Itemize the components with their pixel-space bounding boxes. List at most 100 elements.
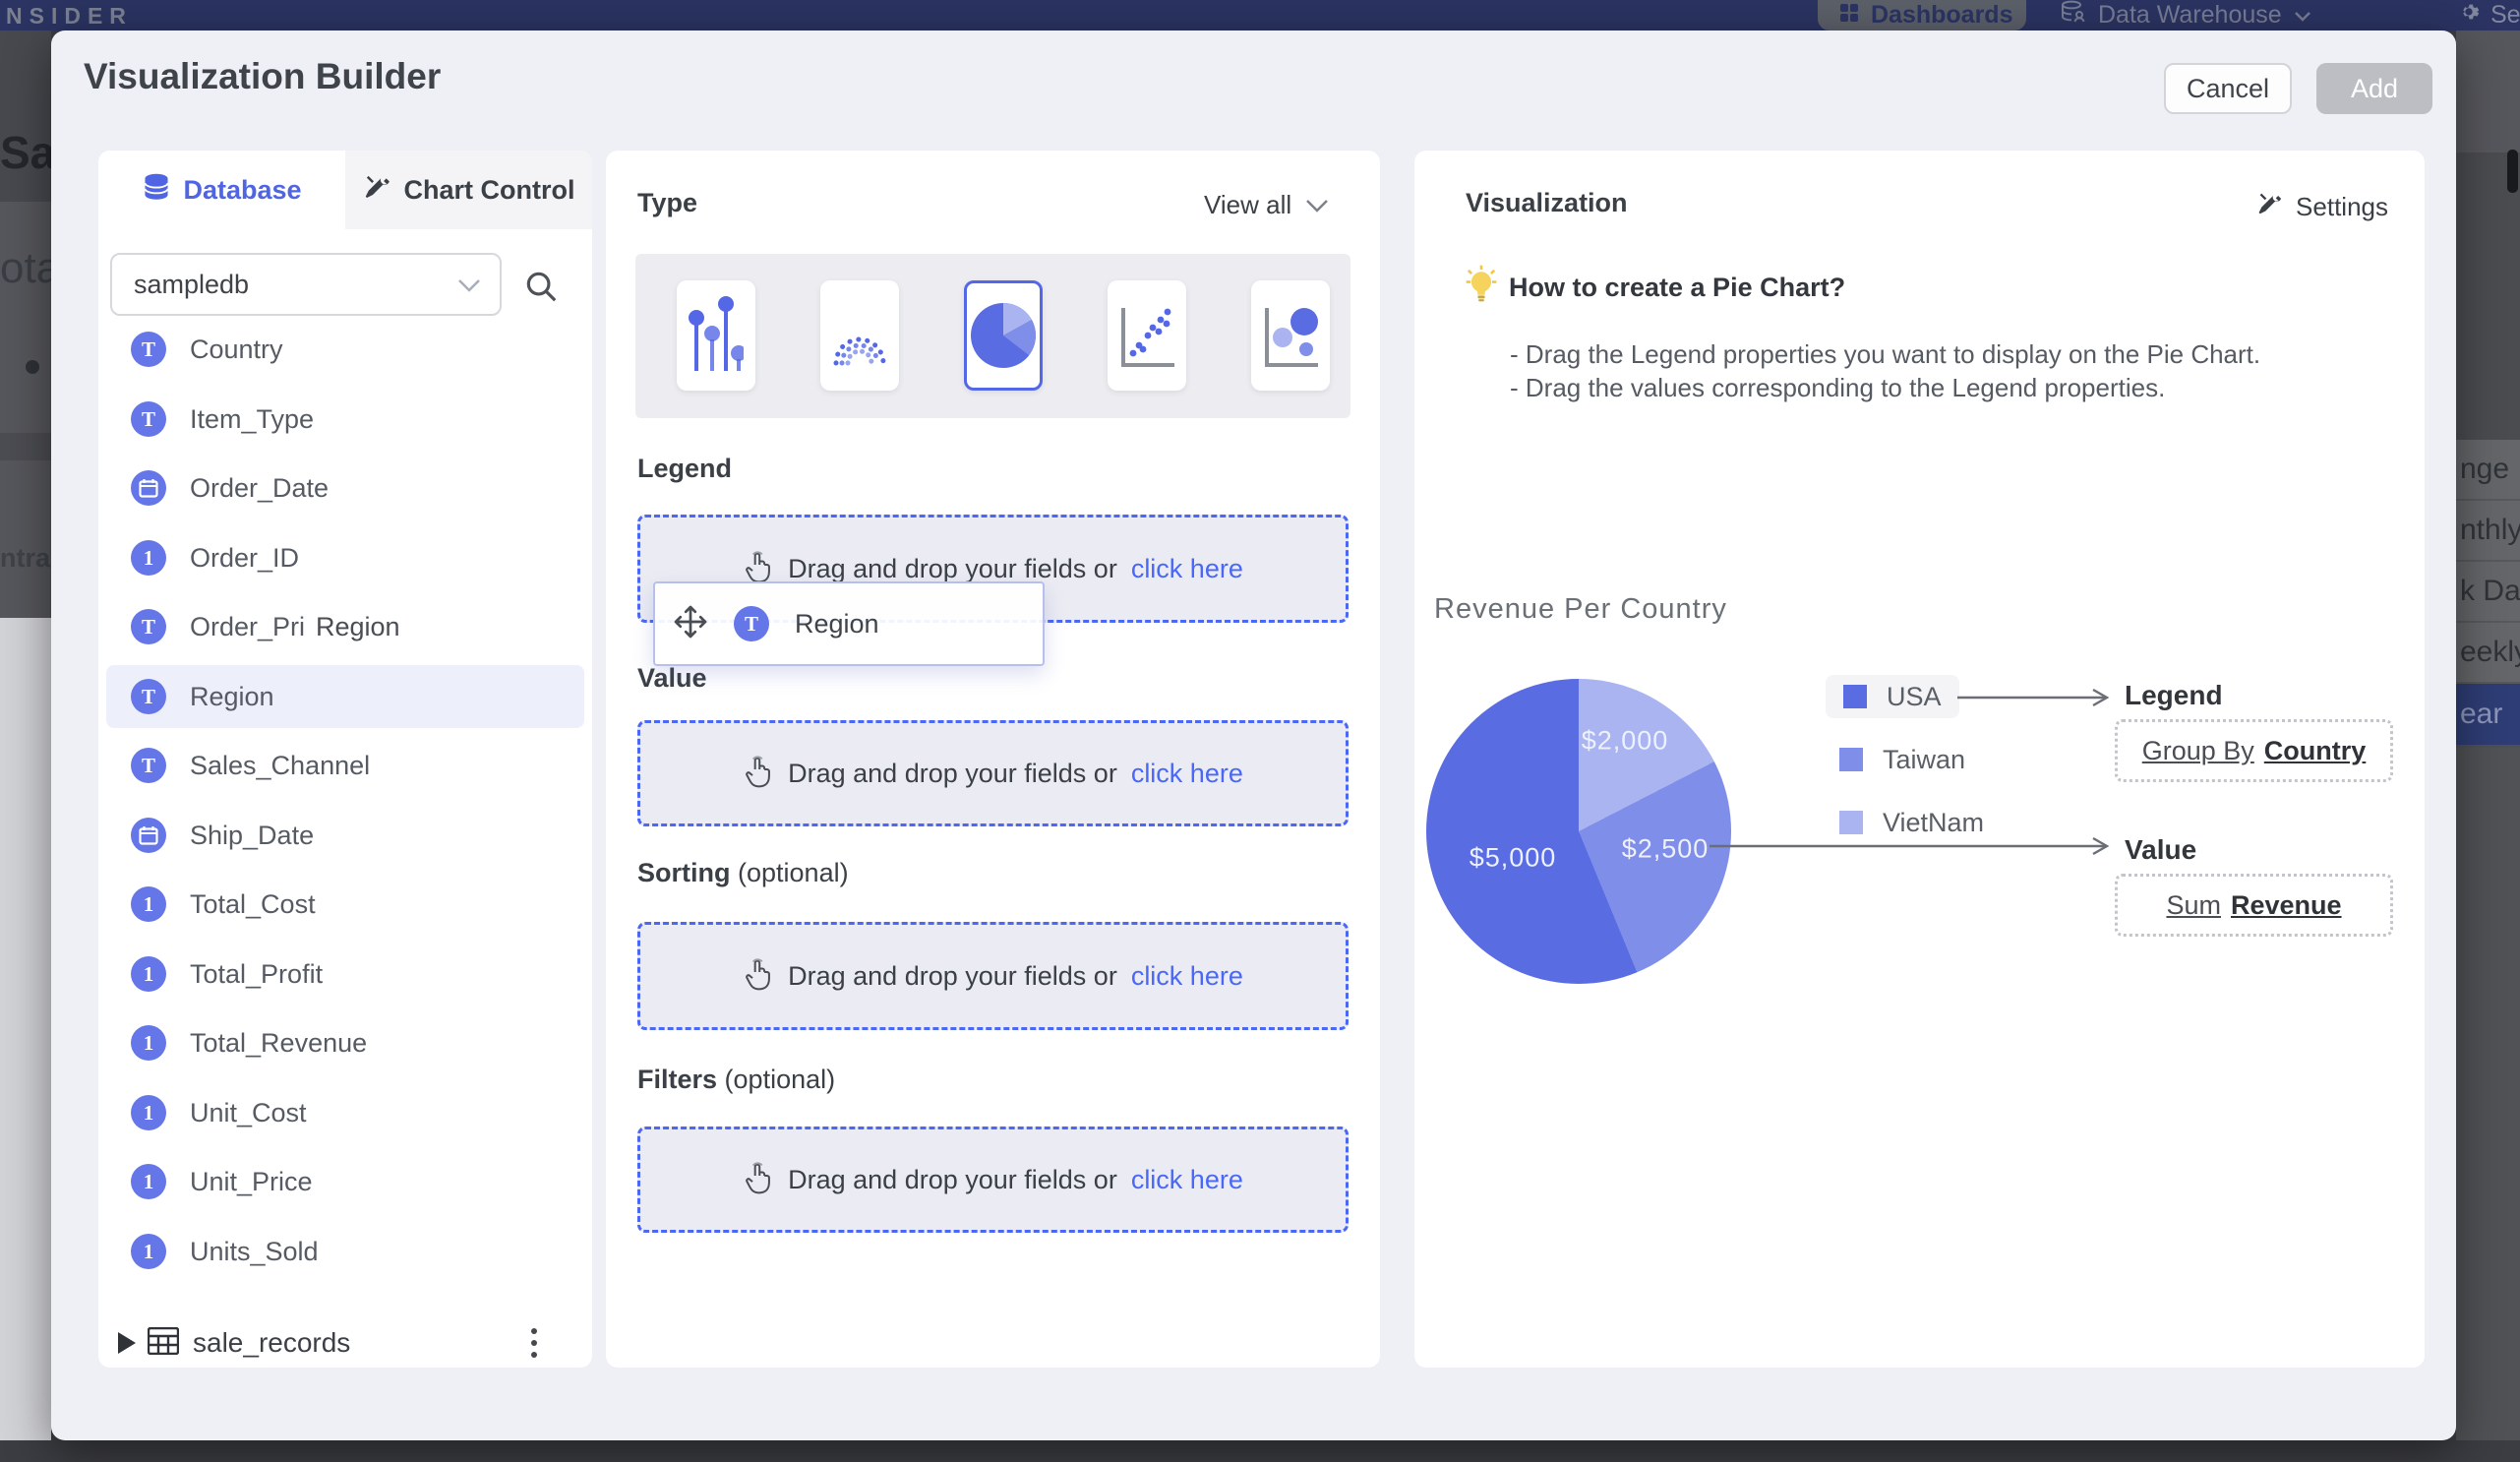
- group-by-country-box[interactable]: Group By Country: [2115, 719, 2393, 782]
- page-scrollbar-thumb[interactable]: [2507, 150, 2518, 193]
- settings-button[interactable]: Settings: [2256, 190, 2388, 224]
- builder-panel: Type View all: [606, 151, 1380, 1368]
- visualization-title: Visualization: [1466, 188, 1628, 218]
- gear-icon: [2457, 0, 2481, 30]
- field-row-total_profit[interactable]: 1 Total_Profit: [106, 943, 584, 1005]
- value-dropzone[interactable]: Drag and drop your fields or click here: [637, 720, 1349, 826]
- pie-slice-label-usa: $5,000: [1470, 843, 1557, 874]
- database-user-icon: [2061, 0, 2086, 30]
- field-row-region[interactable]: T Region: [106, 665, 584, 728]
- field-label: Units_Sold: [190, 1237, 319, 1267]
- chart-type-strip: [635, 254, 1350, 418]
- click-hand-icon: [743, 1160, 774, 1200]
- database-source-value: sampledb: [134, 270, 249, 300]
- view-all-button[interactable]: View all: [1204, 190, 1329, 220]
- legend-label: Taiwan: [1883, 745, 1965, 775]
- chevron-down-icon: [456, 270, 482, 300]
- cancel-button[interactable]: Cancel: [2164, 63, 2292, 114]
- legend-item-usa[interactable]: USA: [1826, 675, 1959, 718]
- field-row-order_date[interactable]: Order_Date: [106, 457, 584, 519]
- field-label: Total_Revenue: [190, 1028, 367, 1059]
- page: Sal ota ntral ngenthlyk Dateeeklyear NSI…: [0, 0, 2520, 1462]
- dropzone-text: Drag and drop your fields or: [788, 1165, 1117, 1195]
- tip-heading: How to create a Pie Chart?: [1509, 273, 1845, 303]
- legend-swatch: [1839, 748, 1863, 771]
- value-callout-arrow: [1710, 835, 2115, 857]
- background-band-2: [2456, 152, 2520, 440]
- click-hand-icon: [743, 956, 774, 997]
- kebab-menu-icon[interactable]: [531, 1328, 537, 1358]
- background-menu-item: nge: [2456, 440, 2520, 501]
- field-label: Region: [190, 682, 274, 712]
- field-row-unit_cost[interactable]: 1 Unit_Cost: [106, 1081, 584, 1144]
- field-row-sales_channel[interactable]: T Sales_Channel: [106, 734, 584, 797]
- sorting-section-label: Sorting (optional): [637, 858, 849, 888]
- field-label: Total_Cost: [190, 889, 316, 920]
- number-field-type-icon: 1: [131, 1234, 166, 1269]
- date-field-type-icon: [131, 818, 166, 853]
- top-navbar: NSIDER Dashboards Data Warehouse Setti: [0, 0, 2520, 30]
- tab-chart-control[interactable]: Chart Control: [345, 151, 592, 229]
- filters-section-label: Filters (optional): [637, 1065, 835, 1095]
- legend-label: USA: [1887, 682, 1942, 712]
- search-icon[interactable]: [519, 265, 563, 308]
- database-source-select[interactable]: sampledb: [110, 253, 502, 316]
- legend-item-taiwan[interactable]: Taiwan: [1839, 738, 1965, 781]
- expand-triangle-icon[interactable]: [118, 1332, 136, 1354]
- click-hand-icon: [743, 754, 774, 794]
- field-label: Ship_Date: [190, 821, 314, 851]
- nav-dashboards-button[interactable]: Dashboards: [1818, 0, 2026, 30]
- field-list: T Country T Item_Type Order_Date 1 Order…: [98, 318, 592, 1368]
- group-by-value: Country: [2264, 736, 2367, 766]
- field-row-total_revenue[interactable]: 1 Total_Revenue: [106, 1011, 584, 1074]
- background-card-band: [0, 618, 51, 1440]
- background-band-1: [2456, 30, 2520, 152]
- field-row-item_type[interactable]: T Item_Type: [106, 388, 584, 451]
- field-row-order_id[interactable]: 1 Order_ID: [106, 526, 584, 589]
- tab-database-label: Database: [183, 175, 301, 206]
- field-row-unit_price[interactable]: 1 Unit_Price: [106, 1150, 584, 1213]
- tab-database[interactable]: Database: [98, 151, 345, 229]
- dropzone-text: Drag and drop your fields or: [788, 554, 1117, 584]
- field-row-country[interactable]: T Country: [106, 318, 584, 381]
- number-field-type-icon: 1: [131, 956, 166, 992]
- background-menu-item: ear: [2456, 684, 2520, 745]
- group-by-prefix: Group By: [2142, 736, 2254, 766]
- nav-dashboards-label: Dashboards: [1871, 1, 2012, 30]
- field-row-ship_date[interactable]: Ship_Date: [106, 804, 584, 867]
- nav-data-warehouse-button[interactable]: Data Warehouse: [2061, 0, 2311, 30]
- date-field-type-icon: [131, 470, 166, 506]
- sum-revenue-box[interactable]: Sum Revenue: [2115, 874, 2393, 937]
- field-row-units_sold[interactable]: 1 Units_Sold: [106, 1220, 584, 1283]
- sorting-dropzone[interactable]: Drag and drop your fields or click here: [637, 922, 1349, 1030]
- table-name: sale_records: [193, 1327, 350, 1359]
- field-label: Order_Date: [190, 473, 329, 504]
- chart-type-lollipop[interactable]: [677, 280, 755, 391]
- number-field-type-icon: 1: [131, 1025, 166, 1061]
- type-section-label: Type: [637, 188, 697, 218]
- chart-type-pie[interactable]: [964, 280, 1043, 391]
- dropzone-click-here-link[interactable]: click here: [1131, 759, 1243, 789]
- field-row-total_cost[interactable]: 1 Total_Cost: [106, 873, 584, 936]
- dropzone-click-here-link[interactable]: click here: [1131, 961, 1243, 992]
- chevron-down-icon: [1305, 190, 1329, 220]
- background-band-3: [2456, 748, 2520, 1440]
- field-label: Country: [190, 335, 283, 365]
- chart-type-bubble[interactable]: [1251, 280, 1330, 391]
- background-menu-item: k Date: [2456, 562, 2520, 623]
- drag-tooltip-region[interactable]: T Region: [653, 581, 1045, 666]
- chart-type-scatter[interactable]: [1108, 280, 1186, 391]
- dropzone-click-here-link[interactable]: click here: [1131, 1165, 1243, 1195]
- field-label: Order_ID: [190, 543, 299, 574]
- dropzone-click-here-link[interactable]: click here: [1131, 554, 1243, 584]
- nav-settings-button[interactable]: Setti: [2457, 0, 2520, 30]
- add-button[interactable]: Add: [2316, 63, 2432, 114]
- filters-dropzone[interactable]: Drag and drop your fields or click here: [637, 1127, 1349, 1233]
- table-row-sale-records[interactable]: sale_records: [98, 1311, 592, 1368]
- chart-type-arc-dots[interactable]: [820, 280, 899, 391]
- dropzone-text: Drag and drop your fields or: [788, 759, 1117, 789]
- move-cursor-icon: [673, 604, 708, 644]
- field-row-order_priority[interactable]: T Order_Priority Region: [106, 595, 584, 658]
- number-field-type-icon: 1: [131, 540, 166, 576]
- legend-label: VietNam: [1883, 808, 1984, 838]
